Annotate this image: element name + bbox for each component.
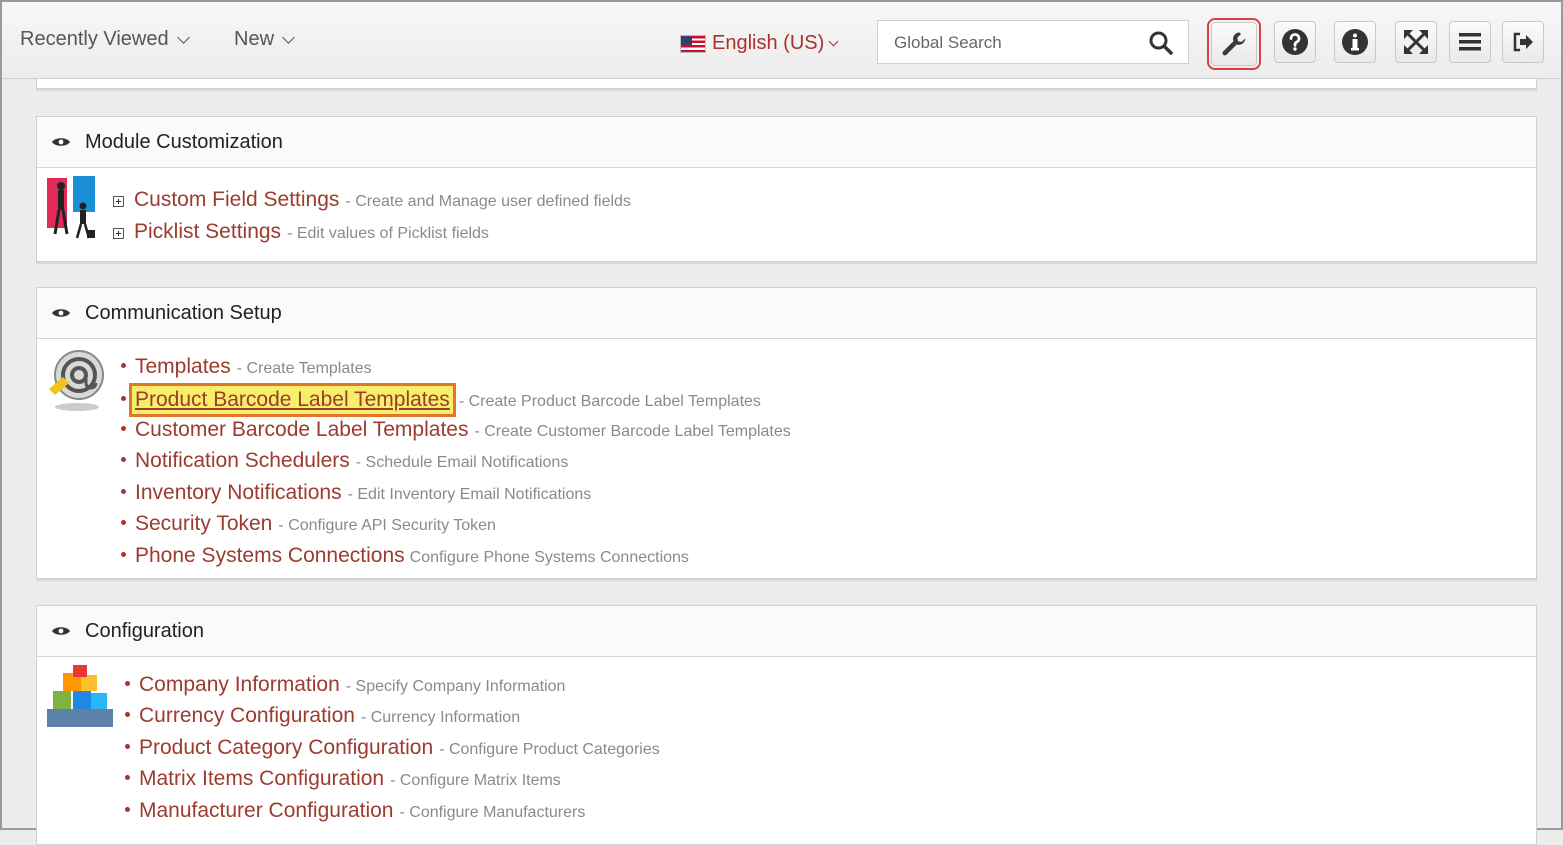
list-item-customer-barcode-label-templates: Customer Barcode Label Templates - Creat… bbox=[121, 418, 791, 442]
panel-header: Module Customization bbox=[37, 117, 1536, 168]
configuration-panel: Configuration Company Information - Spec… bbox=[36, 605, 1537, 845]
item-description: Configure Phone Systems Connections bbox=[409, 549, 689, 566]
logout-button[interactable] bbox=[1502, 21, 1544, 63]
list-item-notification-schedulers: Notification Schedulers - Schedule Email… bbox=[121, 449, 568, 473]
global-search-input[interactable] bbox=[892, 31, 1136, 55]
bullet-icon bbox=[125, 681, 130, 686]
search-icon[interactable] bbox=[1148, 30, 1174, 56]
top-navigation-bar: Recently Viewed New English (US) bbox=[2, 2, 1561, 79]
help-button[interactable] bbox=[1274, 21, 1316, 63]
security-token-link[interactable]: Security Token bbox=[135, 512, 272, 536]
bullet-icon bbox=[121, 489, 126, 494]
language-label: English (US) bbox=[712, 32, 825, 54]
panel-title: Configuration bbox=[85, 619, 204, 642]
panel-title: Module Customization bbox=[85, 130, 283, 153]
panel-title: Communication Setup bbox=[85, 301, 282, 324]
list-item-company-information: Company Information - Specify Company In… bbox=[125, 673, 565, 697]
panel-header: Communication Setup bbox=[37, 288, 1536, 339]
chevron-down-icon bbox=[282, 30, 295, 44]
wrench-icon bbox=[1222, 32, 1246, 56]
item-description: - Specify Company Information bbox=[345, 678, 566, 695]
list-item-currency-configuration: Currency Configuration - Currency Inform… bbox=[125, 704, 520, 728]
item-description: - Configure Matrix Items bbox=[390, 772, 561, 789]
bullet-icon bbox=[121, 552, 126, 557]
list-item-security-token: Security Token - Configure API Security … bbox=[121, 512, 496, 536]
item-description: - Edit values of Picklist fields bbox=[287, 225, 489, 242]
bullet-icon bbox=[125, 744, 130, 749]
new-label: New bbox=[234, 28, 275, 50]
manufacturer-configuration-link[interactable]: Manufacturer Configuration bbox=[139, 799, 393, 823]
item-description: - Create Product Barcode Label Templates bbox=[458, 393, 761, 410]
product-category-configuration-link[interactable]: Product Category Configuration bbox=[139, 736, 433, 760]
communication-setup-panel: Communication Setup Templates - Create T… bbox=[36, 287, 1537, 579]
new-menu[interactable]: New bbox=[234, 28, 295, 51]
help-icon bbox=[1282, 29, 1308, 55]
menu-button[interactable] bbox=[1449, 21, 1491, 63]
list-item-templates: Templates - Create Templates bbox=[121, 355, 372, 379]
templates-link[interactable]: Templates bbox=[135, 355, 231, 379]
bullet-icon bbox=[121, 520, 126, 525]
logout-icon bbox=[1513, 32, 1533, 52]
settings-button[interactable] bbox=[1207, 18, 1261, 70]
matrix-items-configuration-link[interactable]: Matrix Items Configuration bbox=[139, 767, 384, 791]
bullet-icon bbox=[121, 426, 126, 431]
eye-icon[interactable] bbox=[51, 307, 71, 319]
language-selector[interactable]: English (US) bbox=[680, 32, 839, 55]
bullet-icon bbox=[125, 712, 130, 717]
expand-icon[interactable] bbox=[113, 196, 124, 207]
item-description: - Currency Information bbox=[360, 709, 521, 726]
eye-icon[interactable] bbox=[51, 136, 71, 148]
item-description: - Create and Manage user defined fields bbox=[345, 193, 631, 210]
global-search-box bbox=[877, 20, 1189, 64]
bullet-icon bbox=[121, 457, 126, 462]
item-description: - Schedule Email Notifications bbox=[355, 454, 569, 471]
previous-panel-edge bbox=[36, 79, 1537, 89]
fullscreen-icon bbox=[1404, 30, 1428, 54]
item-description: - Create Templates bbox=[236, 360, 372, 377]
company-information-link[interactable]: Company Information bbox=[139, 673, 340, 697]
item-description: - Configure API Security Token bbox=[278, 517, 496, 534]
customization-picture-icon bbox=[47, 176, 95, 239]
info-icon bbox=[1342, 29, 1368, 55]
fullscreen-button[interactable] bbox=[1395, 21, 1437, 63]
bullet-icon bbox=[121, 396, 126, 401]
bullet-icon bbox=[125, 807, 130, 812]
expand-icon[interactable] bbox=[113, 228, 124, 239]
list-item-inventory-notifications: Inventory Notifications - Edit Inventory… bbox=[121, 481, 591, 505]
list-item-matrix-items-configuration: Matrix Items Configuration - Configure M… bbox=[125, 767, 561, 791]
product-barcode-label-templates-link[interactable]: Product Barcode Label Templates bbox=[129, 383, 456, 417]
list-item-picklist-settings: Picklist Settings - Edit values of Pickl… bbox=[113, 220, 489, 244]
bullet-icon bbox=[125, 775, 130, 780]
flag-us-icon bbox=[680, 34, 706, 53]
panel-header: Configuration bbox=[37, 606, 1536, 657]
customer-barcode-label-templates-link[interactable]: Customer Barcode Label Templates bbox=[135, 418, 468, 442]
chevron-down-icon bbox=[828, 36, 839, 46]
recently-viewed-menu[interactable]: Recently Viewed bbox=[20, 28, 190, 51]
picklist-settings-link[interactable]: Picklist Settings bbox=[134, 220, 281, 244]
currency-configuration-link[interactable]: Currency Configuration bbox=[139, 704, 355, 728]
phone-systems-connections-link[interactable]: Phone Systems Connections bbox=[135, 544, 405, 568]
list-item-product-category-configuration: Product Category Configuration - Configu… bbox=[125, 736, 660, 760]
list-item-phone-systems-connections: Phone Systems Connections Configure Phon… bbox=[121, 544, 689, 568]
menu-icon bbox=[1459, 33, 1481, 51]
list-item-manufacturer-configuration: Manufacturer Configuration - Configure M… bbox=[125, 799, 585, 823]
chevron-down-icon bbox=[176, 30, 190, 44]
configuration-cubes-icon bbox=[47, 665, 113, 727]
item-description: - Configure Product Categories bbox=[439, 741, 660, 758]
eye-icon[interactable] bbox=[51, 625, 71, 637]
recently-viewed-label: Recently Viewed bbox=[20, 28, 169, 50]
email-at-icon bbox=[49, 350, 104, 411]
inventory-notifications-link[interactable]: Inventory Notifications bbox=[135, 481, 342, 505]
item-description: - Create Customer Barcode Label Template… bbox=[474, 423, 791, 440]
bullet-icon bbox=[121, 363, 126, 368]
item-description: - Configure Manufacturers bbox=[399, 804, 586, 821]
custom-field-settings-link[interactable]: Custom Field Settings bbox=[134, 188, 339, 212]
list-item-custom-field-settings: Custom Field Settings - Create and Manag… bbox=[113, 188, 631, 212]
list-item-product-barcode-label-templates: Product Barcode Label Templates - Create… bbox=[121, 383, 761, 417]
notification-schedulers-link[interactable]: Notification Schedulers bbox=[135, 449, 350, 473]
info-button[interactable] bbox=[1334, 21, 1376, 63]
module-customization-panel: Module Customization Custom Field Settin… bbox=[36, 116, 1537, 262]
item-description: - Edit Inventory Email Notifications bbox=[347, 486, 592, 503]
